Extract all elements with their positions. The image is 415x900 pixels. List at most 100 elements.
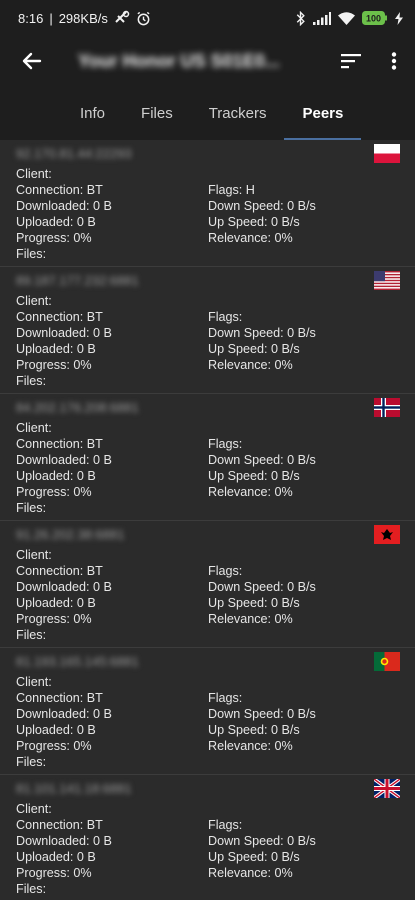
peer-address: 81.101.141.18:6881 (16, 781, 132, 796)
peer-up-speed: Up Speed: 0 B/s (208, 469, 300, 483)
charging-icon (395, 11, 403, 25)
peer-down-speed: Down Speed: 0 B/s (208, 834, 316, 848)
peer-progress: Progress: 0% (16, 739, 92, 753)
peer-address: 84.202.176.208:6881 (16, 400, 139, 415)
peer-relevance: Relevance: 0% (208, 866, 293, 880)
tab-files[interactable]: Files (123, 86, 191, 140)
sort-button[interactable] (341, 53, 361, 69)
peer-uploaded: Uploaded: 0 B (16, 215, 96, 229)
status-separator: | (49, 10, 53, 26)
peer-progress: Progress: 0% (16, 485, 92, 499)
tab-info[interactable]: Info (62, 86, 123, 140)
battery-icon: 100 (362, 11, 388, 25)
peer-address: 81.193.165.145:6881 (16, 654, 139, 669)
peer-progress: Progress: 0% (16, 866, 92, 880)
peer-connection: Connection: BT (16, 310, 103, 324)
vpn-key-icon (114, 10, 130, 26)
peer-up-speed: Up Speed: 0 B/s (208, 850, 300, 864)
peer-downloaded: Downloaded: 0 B (16, 707, 112, 721)
peer-up-speed: Up Speed: 0 B/s (208, 596, 300, 610)
peer-client: Client: (16, 294, 52, 308)
peer-downloaded: Downloaded: 0 B (16, 326, 112, 340)
peer-connection: Connection: BT (16, 691, 103, 705)
peer-item[interactable]: 89.187.177.232:6881 Client: Connection: B… (0, 267, 415, 394)
peer-down-speed: Down Speed: 0 B/s (208, 199, 316, 213)
peer-flags: Flags: (208, 691, 243, 705)
peer-up-speed: Up Speed: 0 B/s (208, 723, 300, 737)
peer-relevance: Relevance: 0% (208, 612, 293, 626)
peer-connection: Connection: BT (16, 437, 103, 451)
peer-downloaded: Downloaded: 0 B (16, 199, 112, 213)
country-flag-icon (374, 144, 400, 163)
peer-flags: Flags: (208, 818, 243, 832)
peer-flags: Flags: H (208, 183, 255, 197)
peer-connection: Connection: BT (16, 818, 103, 832)
torrent-title: Your Honor US S01E0... (78, 50, 280, 71)
peer-progress: Progress: 0% (16, 358, 92, 372)
peer-item[interactable]: 81.193.165.145:6881 Client: Connection: B… (0, 648, 415, 775)
peer-connection: Connection: BT (16, 564, 103, 578)
peer-uploaded: Uploaded: 0 B (16, 469, 96, 483)
signal-icon (313, 11, 331, 25)
sort-icon (341, 54, 361, 69)
peer-downloaded: Downloaded: 0 B (16, 580, 112, 594)
peer-files: Files: (16, 501, 47, 515)
country-flag-icon (374, 271, 400, 290)
more-options-button[interactable] (391, 52, 397, 70)
peer-down-speed: Down Speed: 0 B/s (208, 580, 316, 594)
status-speed: 298KB/s (58, 10, 108, 26)
arrow-back-icon (22, 52, 42, 70)
peer-up-speed: Up Speed: 0 B/s (208, 342, 300, 356)
wifi-icon (338, 11, 355, 25)
peer-item[interactable]: 81.101.141.18:6881 Client: Connection: BT… (0, 775, 415, 900)
tab-bar: Info Files Trackers Peers (0, 86, 415, 140)
more-vert-icon (391, 52, 397, 70)
alarm-icon (136, 11, 151, 26)
tab-trackers[interactable]: Trackers (191, 86, 285, 140)
peer-files: Files: (16, 247, 47, 261)
status-bar: 8:16 | 298KB/s 100 (0, 0, 415, 36)
peer-item[interactable]: 84.202.176.208:6881 Client: Connection: B… (0, 394, 415, 521)
peer-files: Files: (16, 628, 47, 642)
peer-item[interactable]: 92.170.81.44:22293 Client: Connection: BT… (0, 140, 415, 267)
app-bar: Your Honor US S01E0... (0, 36, 415, 86)
peer-client: Client: (16, 802, 52, 816)
peer-down-speed: Down Speed: 0 B/s (208, 707, 316, 721)
peer-client: Client: (16, 675, 52, 689)
peer-relevance: Relevance: 0% (208, 485, 293, 499)
back-button[interactable] (18, 47, 46, 75)
peer-down-speed: Down Speed: 0 B/s (208, 326, 316, 340)
svg-text:100: 100 (366, 14, 381, 24)
country-flag-icon (372, 777, 402, 800)
peer-uploaded: Uploaded: 0 B (16, 723, 96, 737)
peer-relevance: Relevance: 0% (208, 358, 293, 372)
bluetooth-icon (296, 10, 306, 26)
tab-peers[interactable]: Peers (284, 86, 362, 140)
status-time: 8:16 (18, 10, 44, 26)
peer-progress: Progress: 0% (16, 231, 92, 245)
peer-up-speed: Up Speed: 0 B/s (208, 215, 300, 229)
peer-list: 92.170.81.44:22293 Client: Connection: BT… (0, 140, 415, 900)
peer-client: Client: (16, 421, 52, 435)
peer-address: 91.26.202.38:6881 (16, 527, 125, 542)
peer-relevance: Relevance: 0% (208, 231, 293, 245)
peer-relevance: Relevance: 0% (208, 739, 293, 753)
country-flag-icon (374, 652, 400, 671)
peer-files: Files: (16, 374, 47, 388)
peer-uploaded: Uploaded: 0 B (16, 850, 96, 864)
peer-files: Files: (16, 882, 47, 896)
peer-address: 92.170.81.44:22293 (16, 146, 132, 161)
peer-uploaded: Uploaded: 0 B (16, 596, 96, 610)
peer-item[interactable]: 91.26.202.38:6881 Client: Connection: BT F… (0, 521, 415, 648)
peer-flags: Flags: (208, 564, 243, 578)
peer-flags: Flags: (208, 310, 243, 324)
peer-client: Client: (16, 548, 52, 562)
peer-flags: Flags: (208, 437, 243, 451)
peer-downloaded: Downloaded: 0 B (16, 834, 112, 848)
peer-down-speed: Down Speed: 0 B/s (208, 453, 316, 467)
country-flag-icon (374, 525, 400, 544)
peer-address: 89.187.177.232:6881 (16, 273, 139, 288)
peer-progress: Progress: 0% (16, 612, 92, 626)
country-flag-icon (374, 398, 400, 417)
peer-uploaded: Uploaded: 0 B (16, 342, 96, 356)
